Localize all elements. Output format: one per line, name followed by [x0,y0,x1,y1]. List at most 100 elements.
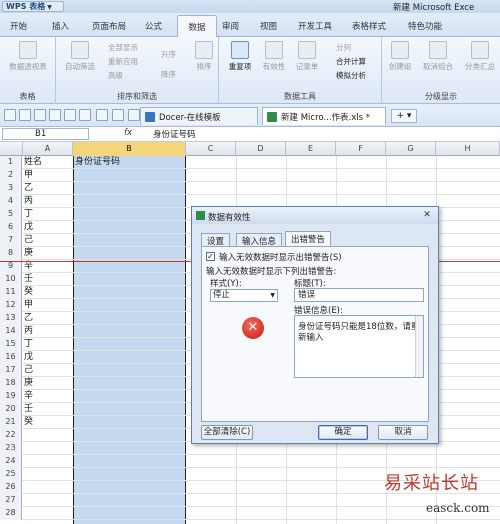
new-tab-button[interactable]: + ▾ [391,109,417,123]
column-header-f[interactable]: F [336,142,386,156]
row-header[interactable]: 28 [0,507,22,520]
row-header[interactable]: 17 [0,364,22,377]
tab-data[interactable]: 数据 [177,15,217,37]
duplicates-button[interactable]: 重复项 [225,41,255,72]
cell-a[interactable]: 己 [24,234,33,246]
tab-home[interactable]: 开始 [10,20,27,32]
clear-all-button[interactable]: 全部清除(C) [201,425,253,440]
consolidate-button[interactable]: 合并计算 [336,56,366,67]
row-header[interactable]: 12 [0,299,22,312]
save-icon[interactable] [34,109,46,121]
tab-settings[interactable]: 设置 [201,233,231,247]
select-all-corner[interactable] [0,142,23,156]
doc-tab-workbook[interactable]: 新建 Micro...作表.xls * [262,107,386,125]
row-header[interactable]: 6 [0,221,22,234]
cancel-button[interactable]: 取消 [378,425,428,440]
sort-descending-button[interactable]: 降序 [161,69,176,80]
tab-input-message[interactable]: 输入信息 [236,233,283,247]
column-header-d[interactable]: D [236,142,286,156]
cell-a[interactable]: 丁 [24,338,33,350]
tab-special[interactable]: 特色功能 [408,20,442,32]
cell-a[interactable]: 庚 [24,377,33,389]
cell-a[interactable]: 甲 [24,299,33,311]
close-icon[interactable]: ✕ [420,209,434,221]
tab-error-alert[interactable]: 出错警告 [285,231,332,247]
row-header[interactable]: 11 [0,286,22,299]
row-header[interactable]: 24 [0,455,22,468]
title-field[interactable]: 错误 [294,288,424,302]
tab-developer[interactable]: 开发工具 [298,20,332,32]
column-header-h[interactable]: H [436,142,500,156]
error-message-field[interactable]: 身份证号码只能是18位数，请重新输入 [294,315,424,378]
row-header[interactable]: 14 [0,325,22,338]
row-header[interactable]: 22 [0,429,22,442]
customize-qat-icon[interactable] [128,109,140,121]
sort-button[interactable]: 排序 [192,41,216,72]
validity-button[interactable]: 有效性 [259,41,289,72]
wps-menu-button[interactable]: WPS 表格 ▼ [2,1,64,12]
print-preview-icon[interactable] [64,109,76,121]
undo-icon[interactable] [96,109,108,121]
autofilter-button[interactable]: 自动筛选 [60,41,100,72]
row-header[interactable]: 3 [0,182,22,195]
format-painter-icon[interactable] [79,109,91,121]
row-header[interactable]: 27 [0,494,22,507]
record-form-button[interactable]: 记录单 [292,41,322,72]
scrollbar[interactable] [415,316,423,377]
cell-a[interactable]: 甲 [24,169,33,181]
cell-a[interactable]: 丙 [24,325,33,337]
tab-table-styles[interactable]: 表格样式 [352,20,386,32]
cell-a[interactable]: 壬 [24,273,33,285]
column-header-e[interactable]: E [286,142,336,156]
row-header[interactable]: 4 [0,195,22,208]
row-header[interactable]: 25 [0,468,22,481]
cell-a[interactable]: 己 [24,364,33,376]
cell-a[interactable]: 辛 [24,390,33,402]
tab-view[interactable]: 视图 [260,20,277,32]
what-if-analysis-button[interactable]: 模拟分析 [336,70,366,81]
show-error-checkbox-label[interactable]: 输入无效数据时显示出错警告(S) [219,251,342,263]
cell-a[interactable]: 癸 [24,416,33,428]
cell-a[interactable]: 乙 [24,182,33,194]
subtotal-button[interactable]: 分类汇总 [462,41,498,72]
row-header[interactable]: 8 [0,247,22,260]
tab-review[interactable]: 审阅 [222,20,239,32]
doc-tab-docer[interactable]: Docer-在线模板 [140,107,258,125]
sort-ascending-button[interactable]: 升序 [161,49,176,60]
row-header[interactable]: 1 [0,156,22,169]
cell-a[interactable]: 丁 [24,208,33,220]
pivot-table-button[interactable]: 数据透视表 [4,41,52,72]
cell-a[interactable]: 戊 [24,221,33,233]
text-to-columns-button[interactable]: 分列 [336,42,351,53]
row-header[interactable]: 23 [0,442,22,455]
row-header[interactable]: 13 [0,312,22,325]
style-select[interactable]: 停止 ▼ [210,289,278,302]
advanced-filter-button[interactable]: 高级 [108,70,123,81]
dialog-title-bar[interactable]: 数据有效性 [192,207,438,224]
row-header[interactable]: 26 [0,481,22,494]
column-header-c[interactable]: C [186,142,236,156]
cell-a[interactable]: 戊 [24,351,33,363]
redo-icon[interactable] [112,109,124,121]
print-icon[interactable] [49,109,61,121]
name-box[interactable]: B1 [2,128,89,140]
row-header[interactable]: 2 [0,169,22,182]
tab-insert[interactable]: 插入 [52,20,69,32]
row-header[interactable]: 7 [0,234,22,247]
column-header-b[interactable]: B [73,142,186,156]
cell-a[interactable]: 壬 [24,403,33,415]
reapply-button[interactable]: 重新应用 [108,56,138,67]
column-header-g[interactable]: G [386,142,436,156]
row-header[interactable]: 16 [0,351,22,364]
cell-a[interactable]: 乙 [24,312,33,324]
cell-a[interactable]: 丙 [24,195,33,207]
new-file-icon[interactable] [4,109,16,121]
create-group-button[interactable]: 创建组 [384,41,416,72]
tab-page-layout[interactable]: 页面布局 [92,20,126,32]
fx-icon[interactable]: fx [124,128,132,138]
tab-formulas[interactable]: 公式 [145,20,162,32]
row-header[interactable]: 21 [0,416,22,429]
ok-button[interactable]: 确定 [318,425,368,440]
cell-a[interactable]: 姓名 [24,156,42,168]
cell-b[interactable]: 身份证号码 [75,156,120,168]
